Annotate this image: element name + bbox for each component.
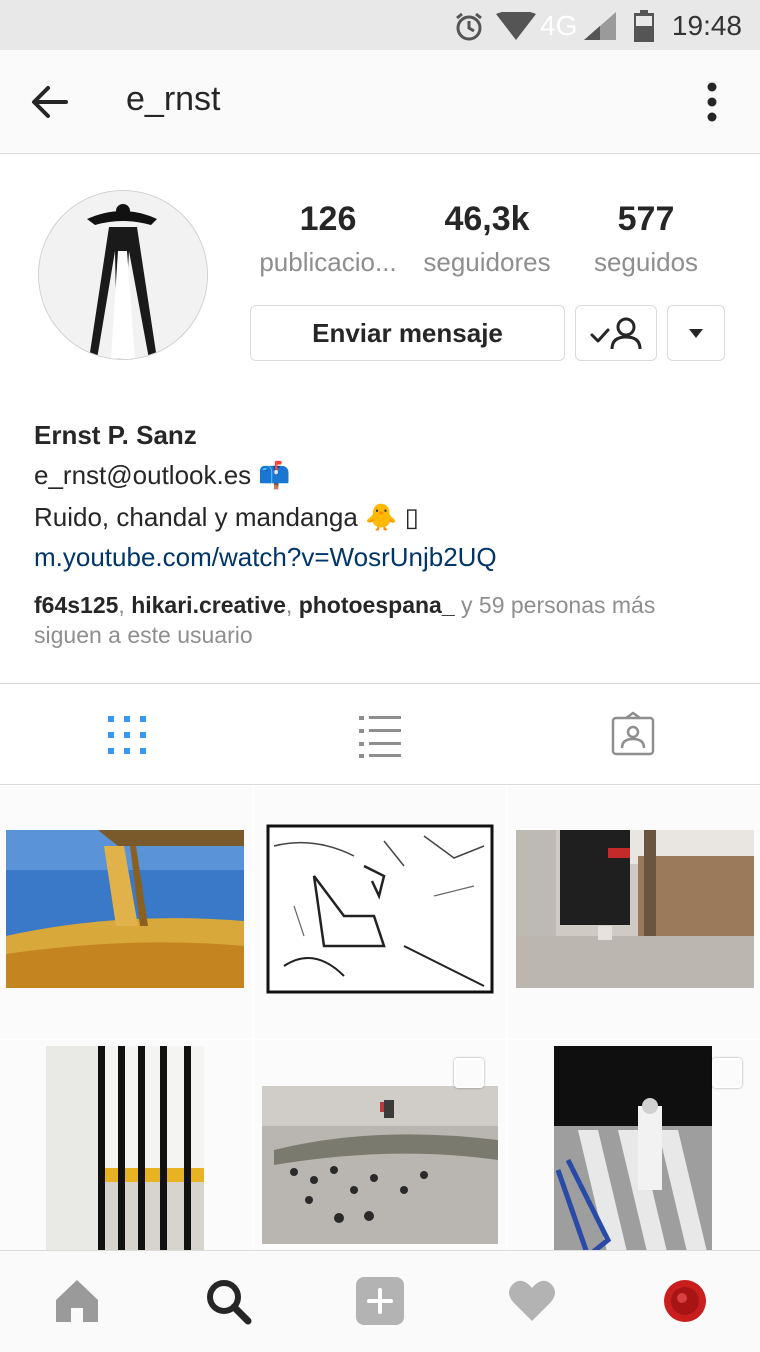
follower-photoespana[interactable]: photoespana_ xyxy=(299,592,455,618)
divider xyxy=(0,784,760,785)
following-label: seguidos xyxy=(593,247,699,277)
username-title: e_rnst xyxy=(126,80,221,118)
follower-f64s125[interactable]: f64s125 xyxy=(34,592,118,618)
grid-photo[interactable] xyxy=(0,786,252,1038)
grid-photo[interactable] xyxy=(0,1040,252,1250)
following-user-check-icon xyxy=(590,317,642,350)
grid-photo[interactable] xyxy=(254,1040,506,1250)
grid-photo[interactable] xyxy=(508,786,760,1038)
followed-by: f64s125, hikari.creative, photoespana_ y… xyxy=(34,592,656,648)
signal-icon xyxy=(584,12,616,40)
alarm-icon xyxy=(456,12,482,41)
list-view-icon[interactable] xyxy=(355,710,405,760)
bio-email: e_rnst@outlook.es 📫 xyxy=(34,460,291,490)
avatar-photo xyxy=(39,191,207,359)
grid-photo[interactable] xyxy=(254,786,506,1038)
follower-hikari-creative[interactable]: hikari.creative xyxy=(131,592,286,618)
caret-down-icon xyxy=(689,329,703,338)
grid-photo[interactable] xyxy=(508,1040,760,1250)
photo-grid xyxy=(0,786,760,1250)
profile-header: e_rnst xyxy=(0,50,760,154)
photo-thumbnail xyxy=(266,824,494,994)
followers-label: seguidores xyxy=(423,247,551,277)
suggestions-dropdown-button[interactable] xyxy=(667,305,725,361)
photo-thumbnail xyxy=(46,1046,204,1250)
more-options-icon[interactable] xyxy=(702,82,722,122)
avatar[interactable] xyxy=(38,190,208,360)
heart-icon[interactable] xyxy=(507,1276,557,1326)
grid-view-icon[interactable] xyxy=(102,710,152,760)
bottom-navigation xyxy=(0,1250,760,1352)
add-post-icon[interactable] xyxy=(355,1276,405,1326)
network-type: 4G xyxy=(540,10,578,41)
clock: 19:48 xyxy=(671,10,742,41)
followers-count: 46,3k xyxy=(444,200,530,238)
profile-avatar-icon[interactable] xyxy=(660,1276,710,1326)
battery-icon xyxy=(634,10,654,42)
bio-link[interactable]: m.youtube.com/watch?v=WosrUnjb2UQ xyxy=(34,542,497,573)
multiple-photos-icon xyxy=(454,1058,484,1088)
photo-thumbnail xyxy=(516,830,754,988)
home-icon[interactable] xyxy=(52,1276,102,1326)
following-button[interactable] xyxy=(575,305,657,361)
following-count: 577 xyxy=(617,200,675,238)
tagged-photos-icon[interactable] xyxy=(608,710,658,760)
send-message-button[interactable]: Enviar mensaje xyxy=(250,305,565,361)
wifi-icon xyxy=(496,12,536,40)
divider xyxy=(0,683,760,684)
multiple-photos-icon xyxy=(712,1058,742,1088)
stat-following[interactable]: 577 seguidos xyxy=(576,200,716,278)
posts-label: publicacio... xyxy=(259,247,397,277)
search-icon[interactable] xyxy=(203,1276,253,1326)
bio-text: Ruido, chandal y mandanga 🐥 ▯ xyxy=(34,502,419,532)
back-arrow-icon[interactable] xyxy=(30,82,70,122)
stat-posts[interactable]: 126 publicacio... xyxy=(248,200,408,278)
status-bar: 4G 19:48 xyxy=(0,0,760,50)
photo-thumbnail xyxy=(6,830,244,988)
full-name: Ernst P. Sanz xyxy=(34,420,197,450)
posts-count: 126 xyxy=(299,200,357,238)
stat-followers[interactable]: 46,3k seguidores xyxy=(412,200,562,278)
